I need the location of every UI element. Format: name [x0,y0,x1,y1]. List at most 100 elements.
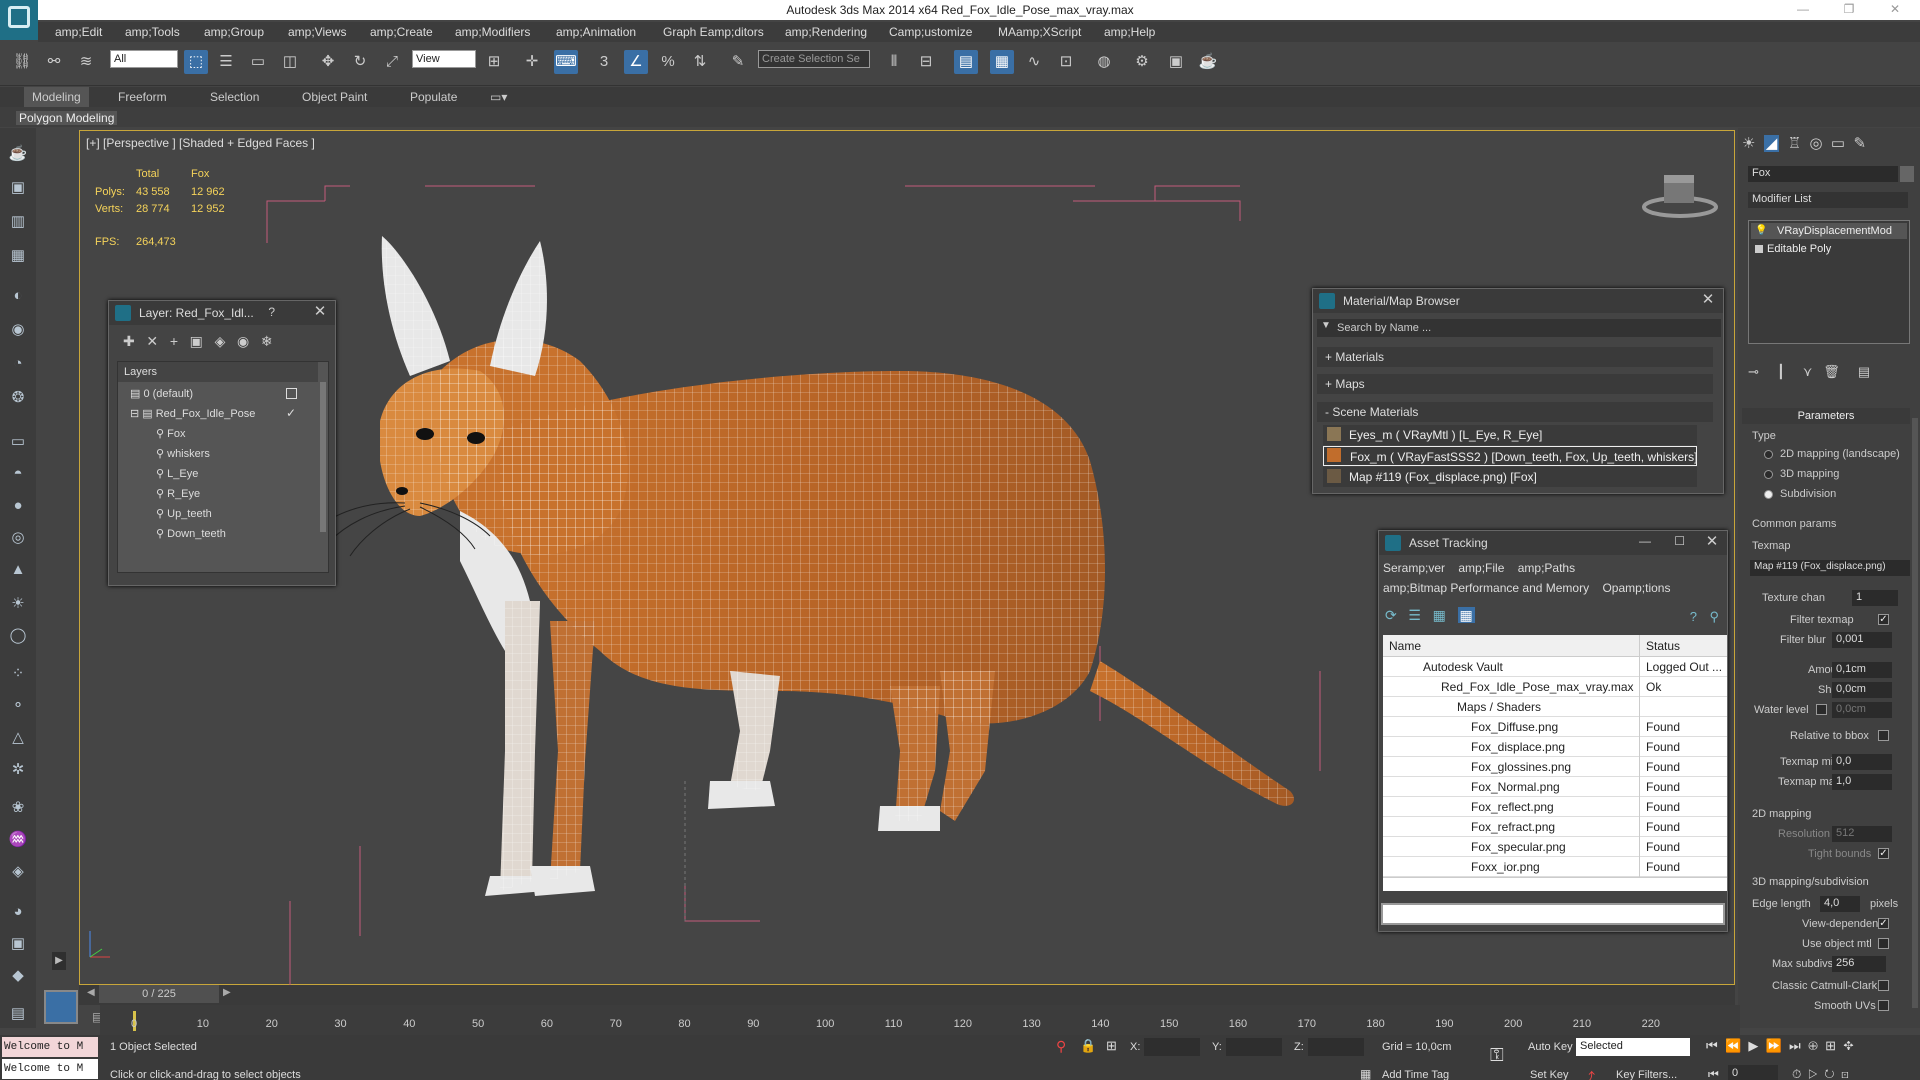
asset-row[interactable]: Fox_specular.png Found [1383,837,1727,857]
asset-row[interactable]: Fox_Diffuse.png Found [1383,717,1727,737]
minimize-asset-icon[interactable]: — [1639,534,1651,548]
box-icon[interactable]: ▣ [6,176,30,200]
orbit-icon[interactable]: ↻ [1824,1067,1834,1080]
select-by-name-icon[interactable]: ☰ [214,50,238,74]
radio-3d-mapping[interactable] [1764,470,1773,479]
previous-frame-icon[interactable]: ⏪ [1725,1038,1741,1053]
maxscript-listener[interactable]: Welcome to M [2,1037,98,1057]
plane-prim-icon[interactable]: ▭ [6,430,30,454]
menu-paths[interactable]: amp;Paths [1518,561,1575,575]
connector-icon[interactable]: ⚬ [6,694,30,718]
keyboard-shortcut-icon[interactable]: ⌨ [554,50,578,74]
asset-row[interactable]: Fox_refract.png Found [1383,817,1727,837]
y-coordinate-input[interactable] [1226,1038,1282,1056]
time-tag-icon[interactable]: ▦ [1360,1067,1371,1080]
x-coordinate-input[interactable] [1144,1038,1200,1056]
menu-graph-editors[interactable]: Graph Eamp;ditors [663,25,764,39]
spacewarp-icon[interactable]: ❂ [6,386,30,410]
absolute-mode-icon[interactable]: ⊞ [1106,1038,1117,1054]
asset-row[interactable]: Foxx_ior.png Found [1383,857,1727,877]
asset-row[interactable]: Fox_displace.png Found [1383,737,1727,757]
viewport-thumb[interactable] [44,990,78,1024]
tab-object-paint[interactable]: Object Paint [302,90,367,104]
shift-input[interactable]: 0,0cm [1832,682,1892,698]
selection-filter-select[interactable]: All [110,50,178,68]
remove-modifier-icon[interactable]: 🗑 [1823,364,1840,379]
layer-object-row[interactable]: ⚲ Up_teeth [156,504,212,524]
graphite-tools-icon[interactable]: ▦ [990,50,1014,74]
layer-object-row[interactable]: ⚲ Fox [156,424,185,444]
section-maps[interactable]: + Maps [1317,374,1713,394]
render-setup-icon[interactable]: ⚙ [1130,50,1154,74]
maxscript-listener-input[interactable]: Welcome to M [2,1059,98,1079]
asset-row[interactable]: Autodesk Vault Logged Out ... [1383,657,1727,677]
light-icon[interactable]: ◐ [6,284,30,308]
resolution-input[interactable]: 512 [1832,826,1892,842]
stack-item-vraydisplacement[interactable]: VRayDisplacementMod [1751,223,1907,239]
option-subdivision[interactable]: Subdivision [1780,488,1836,500]
named-selection-select[interactable]: Create Selection Se [758,50,870,68]
water-level-checkbox[interactable] [1816,704,1827,715]
select-object-icon[interactable]: ⬚ [184,50,208,74]
add-to-layer-icon[interactable]: + [170,333,178,349]
pin-stack-icon[interactable]: ⊸ [1748,364,1759,379]
torus-icon[interactable]: ◯ [6,624,30,648]
menu-edit[interactable]: amp;Edit [55,25,102,39]
asset-hscroll[interactable] [1383,877,1727,891]
texmap-button[interactable]: Map #119 (Fox_displace.png) [1750,560,1910,576]
asset-row[interactable]: Maps / Shaders [1383,697,1727,717]
view-dependent-checkbox[interactable]: ✓ [1878,918,1889,929]
viewport-label[interactable]: [+] [Perspective ] [Shaded + Edged Faces… [86,136,315,150]
bulb-icon[interactable]: 💡 [1755,225,1767,236]
menu-help[interactable]: amp;Help [1104,25,1155,39]
scene-explorer-icon[interactable]: ▣ [6,932,30,956]
helper-icon[interactable]: ◔ [6,352,30,376]
highlight-layer-icon[interactable]: ◈ [215,333,226,349]
option-2d-mapping[interactable]: 2D mapping (landscape) [1780,448,1900,460]
bind-spacewarp-icon[interactable]: ≋ [74,50,98,74]
configure-sets-icon[interactable]: ▤ [1858,364,1870,379]
tripod-icon[interactable]: △ [6,726,30,750]
section-scene-materials[interactable]: - Scene Materials [1317,402,1713,422]
pan-icon[interactable]: ✥ [1843,1038,1853,1053]
key-icon[interactable]: ⚿ [1490,1045,1504,1066]
cone-icon[interactable]: ▲ [6,558,30,582]
menu-options[interactable]: Opamp;tions [1602,581,1670,595]
add-time-tag-button[interactable]: Add Time Tag [1382,1069,1449,1080]
utilities-tab-icon[interactable]: ✎ [1853,135,1866,152]
cylinder-icon[interactable]: ▥ [6,210,30,234]
material-editor-icon[interactable]: ◍ [1092,50,1116,74]
hide-all-icon[interactable]: ◉ [237,333,249,349]
pin-icon[interactable]: ⚲ [1709,609,1719,625]
lock-selection-icon[interactable]: 🔒 [1080,1038,1096,1054]
radio-2d-mapping[interactable] [1764,450,1773,459]
unlink-icon[interactable]: ⚯ [42,50,66,74]
expand-toolbar-icon[interactable]: ▶ [52,952,66,970]
pivot-center-icon[interactable]: ⊞ [482,50,506,74]
snaps-toggle-icon[interactable]: 3 [592,50,616,74]
asset-row[interactable]: Fox_reflect.png Found [1383,797,1727,817]
select-layer-icon[interactable]: ▣ [190,333,203,349]
menu-group[interactable]: amp;Group [204,25,264,39]
rect-selection-icon[interactable]: ▭ [246,50,270,74]
amount-input[interactable]: 0,1cm [1832,662,1892,678]
modify-tab-icon[interactable]: ◢ [1763,135,1780,152]
auto-key-button[interactable]: Auto Key [1528,1041,1573,1053]
play-icon[interactable]: ▶ [1748,1038,1758,1053]
edit-named-sets-icon[interactable]: ✎ [726,50,750,74]
col-name[interactable]: Name [1389,639,1421,653]
menu-file[interactable]: amp;File [1458,561,1504,575]
next-frame-icon[interactable]: ▶ [223,987,233,1001]
layer-object-row[interactable]: ⚲ R_Eye [156,484,200,504]
layer-object-row[interactable]: ⚲ L_Eye [156,464,198,484]
menu-create[interactable]: amp;Create [370,25,433,39]
zoom-all-icon[interactable]: ⊞ [1825,1038,1836,1053]
set-keys-icon[interactable]: ⤴ [1582,1067,1595,1080]
particles-icon[interactable]: ⁘ [6,662,30,686]
close-asset-tracking-icon[interactable]: ✕ [1703,533,1721,551]
fov-icon[interactable]: ▷ [1808,1067,1818,1080]
teapot-icon[interactable]: ☕ [6,142,30,166]
menu-server[interactable]: Seramp;ver [1383,561,1445,575]
display-tab-icon[interactable]: ▭ [1831,135,1845,152]
menu-animation[interactable]: amp;Animation [556,25,636,39]
